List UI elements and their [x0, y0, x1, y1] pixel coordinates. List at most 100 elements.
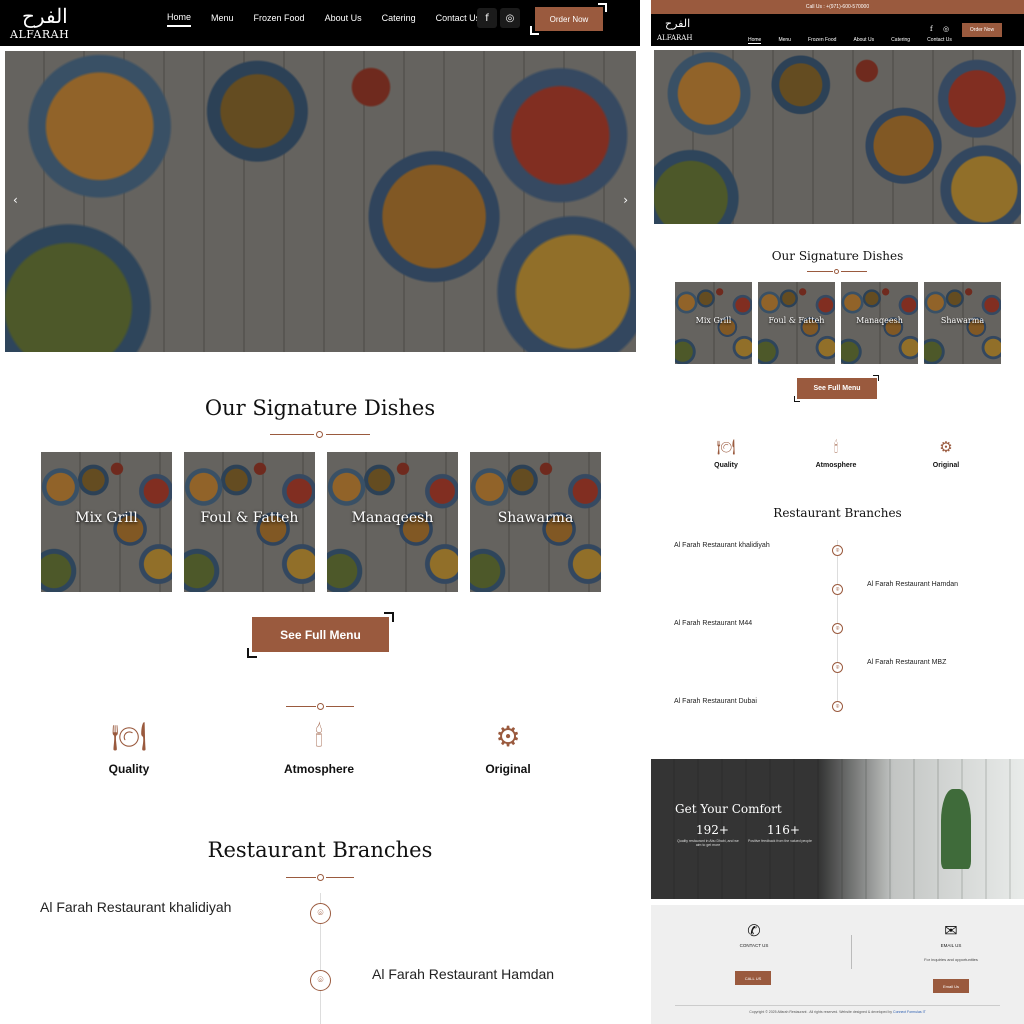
branch-khalidiyah[interactable]: Al Farah Restaurant khalidiyah [40, 899, 231, 915]
dish-card-manaqeesh[interactable]: Manaqeesh [841, 282, 918, 364]
ornament-divider [270, 430, 370, 440]
signature-title: Our Signature Dishes [204, 396, 436, 420]
dish-label: Manaqeesh [351, 510, 434, 526]
instagram-icon[interactable]: ◎ [500, 8, 520, 28]
dish-label: Foul & Fatteh [200, 510, 299, 526]
email-us-button[interactable]: Email Us [933, 979, 969, 993]
dish-label: Foul & Fatteh [768, 316, 825, 325]
ornament-divider [286, 873, 354, 883]
call-us-button[interactable]: CALL US [735, 971, 771, 985]
nav-about-us[interactable]: About Us [854, 37, 875, 43]
developer-link[interactable]: Connect Formulas IT [893, 1010, 926, 1014]
facebook-icon[interactable]: f [930, 25, 933, 33]
logo-text[interactable]: ALFARAH [657, 34, 692, 42]
nav-catering[interactable]: Catering [891, 37, 910, 43]
desktop-view: الفرح ALFARAH Home Menu Frozen Food Abou… [0, 0, 640, 1024]
nav-home[interactable]: Home [748, 37, 762, 44]
footer-rule [675, 1005, 1000, 1006]
order-bracket-bl [530, 26, 539, 35]
nav-about-us[interactable]: About Us [325, 13, 362, 26]
copyright-text: Copyright © 2025 Alfarah Restaurant . Al… [651, 1010, 1024, 1014]
stat-desc: Positive feedback from the valued people [747, 839, 812, 843]
main-nav: Home Menu Frozen Food About Us Catering … [167, 12, 500, 27]
branch-hamdan[interactable]: Al Farah Restaurant Hamdan [372, 966, 554, 982]
dish-card-foul-fatteh[interactable]: Foul & Fatteh [184, 452, 315, 592]
nav-frozen-food[interactable]: Frozen Food [254, 13, 305, 26]
feature-quality: Quality [108, 762, 150, 776]
logo-arabic[interactable]: الفرح [22, 4, 68, 28]
dish-card-shawarma[interactable]: Shawarma [924, 282, 1001, 364]
signature-title: Our Signature Dishes [771, 249, 904, 263]
nav-contact-us[interactable]: Contact Us [927, 37, 952, 43]
copyright-notice: Copyright © 2025 Alfarah Restaurant . Al… [749, 1010, 893, 1014]
dish-card-shawarma[interactable]: Shawarma [470, 452, 601, 592]
plant-decoration [941, 789, 971, 869]
branch-mbz[interactable]: Al Farah Restaurant MBZ [867, 659, 946, 666]
mobile-view: Call Us : +(971)-600-570000 الفرح ALFARA… [651, 0, 1024, 1024]
see-full-menu-button[interactable]: See Full Menu [797, 378, 877, 399]
site-header-mobile: الفرح ALFARAH Home Menu Frozen Food Abou… [651, 14, 1024, 46]
nav-menu[interactable]: Menu [778, 37, 791, 43]
branches-title: Restaurant Branches [773, 506, 902, 520]
chevron-right-icon[interactable]: › [623, 193, 628, 207]
food-tray-icon: 🍽 [111, 720, 147, 753]
dining-table-icon: 🕯 [833, 438, 839, 456]
dish-card-mix-grill[interactable]: Mix Grill [41, 452, 172, 592]
location-pin-icon: ⌾ [832, 623, 843, 634]
nav-home[interactable]: Home [167, 12, 192, 27]
stat-value: 116+ [767, 823, 800, 837]
site-header: الفرح ALFARAH Home Menu Frozen Food Abou… [0, 0, 640, 46]
stat-desc: Quality restaurant in Abu Dhabi, and we … [677, 839, 739, 847]
dish-label: Mix Grill [75, 510, 138, 526]
original-badge-icon: ⚙ [939, 438, 953, 456]
dish-card-foul-fatteh[interactable]: Foul & Fatteh [758, 282, 835, 364]
page: الفرح ALFARAH Home Menu Frozen Food Abou… [0, 0, 1024, 1024]
menu-bracket-bl [794, 396, 800, 402]
ornament-divider [807, 267, 867, 277]
location-pin-icon: ⌾ [310, 970, 331, 991]
branch-m44[interactable]: Al Farah Restaurant M44 [674, 620, 752, 627]
location-pin-icon: ⌾ [832, 545, 843, 556]
dining-table-icon: 🕯 [315, 720, 323, 753]
see-full-menu-button[interactable]: See Full Menu [252, 617, 389, 652]
hero-slider-mobile [654, 50, 1021, 224]
location-pin-icon: ⌾ [310, 903, 331, 924]
branch-hamdan[interactable]: Al Farah Restaurant Hamdan [867, 581, 958, 588]
location-pin-icon: ⌾ [832, 584, 843, 595]
phone-icon: ✆ [747, 921, 761, 940]
dish-label: Mix Grill [695, 316, 732, 325]
comfort-title: Get Your Comfort [675, 802, 782, 816]
feature-original: Original [485, 762, 531, 776]
feature-quality: Quality [714, 462, 738, 469]
original-badge-icon: ⚙ [495, 720, 521, 753]
dish-card-manaqeesh[interactable]: Manaqeesh [327, 452, 458, 592]
instagram-icon[interactable]: ◎ [943, 25, 949, 33]
facebook-icon[interactable]: f [477, 8, 497, 28]
feature-atmosphere: Atmosphere [815, 462, 857, 469]
nav-menu[interactable]: Menu [211, 13, 234, 26]
logo-arabic[interactable]: الفرح [665, 17, 690, 30]
dish-label: Shawarma [497, 510, 574, 526]
location-pin-icon: ⌾ [832, 662, 843, 673]
call-topbar[interactable]: Call Us : +(971)-600-570000 [651, 0, 1024, 14]
nav-catering[interactable]: Catering [382, 13, 416, 26]
nav-contact-us[interactable]: Contact Us [436, 13, 481, 26]
dish-label: Shawarma [940, 316, 985, 325]
order-now-button[interactable]: Order Now [962, 23, 1002, 37]
logo-text[interactable]: ALFARAH [10, 28, 69, 41]
email-desc: For inquiries and opportunities [924, 957, 978, 962]
ornament-divider [286, 702, 354, 712]
branch-khalidiyah[interactable]: Al Farah Restaurant khalidiyah [674, 542, 770, 549]
dish-card-mix-grill[interactable]: Mix Grill [675, 282, 752, 364]
branch-dubai[interactable]: Al Farah Restaurant Dubai [674, 698, 757, 705]
order-now-button[interactable]: Order Now [535, 7, 603, 31]
email-us-label: EMAIL US [940, 943, 962, 948]
comfort-section: Get Your Comfort 192+ Quality restaurant… [651, 759, 1024, 899]
stat-value: 192+ [696, 823, 729, 837]
hero-slider: ‹ › [5, 51, 636, 352]
location-pin-icon: ⌾ [832, 701, 843, 712]
menu-bracket-bl [247, 648, 257, 658]
branches-title: Restaurant Branches [207, 838, 433, 862]
nav-frozen-food[interactable]: Frozen Food [808, 37, 836, 43]
chevron-left-icon[interactable]: ‹ [13, 193, 18, 207]
